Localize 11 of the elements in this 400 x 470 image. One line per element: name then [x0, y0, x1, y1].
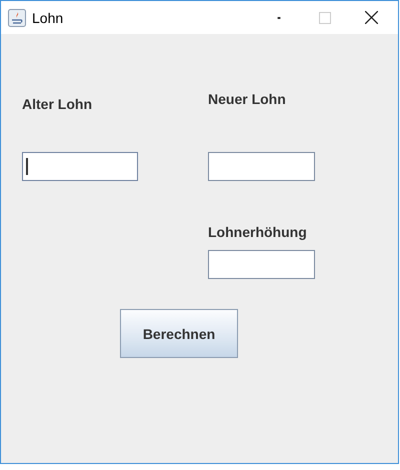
input-field[interactable] — [208, 250, 315, 279]
field-label: Alter Lohn — [22, 96, 92, 113]
calculate-button[interactable]: Berechnen — [120, 309, 238, 358]
text-cursor — [26, 158, 28, 175]
field-label: Lohnerhöhung — [208, 224, 307, 241]
input-field[interactable] — [208, 152, 315, 181]
window-title: Lohn — [32, 10, 64, 26]
input-field[interactable] — [22, 152, 138, 181]
app-icon — [8, 8, 26, 26]
close-icon[interactable] — [365, 11, 378, 24]
field-label: Neuer Lohn — [208, 91, 286, 108]
